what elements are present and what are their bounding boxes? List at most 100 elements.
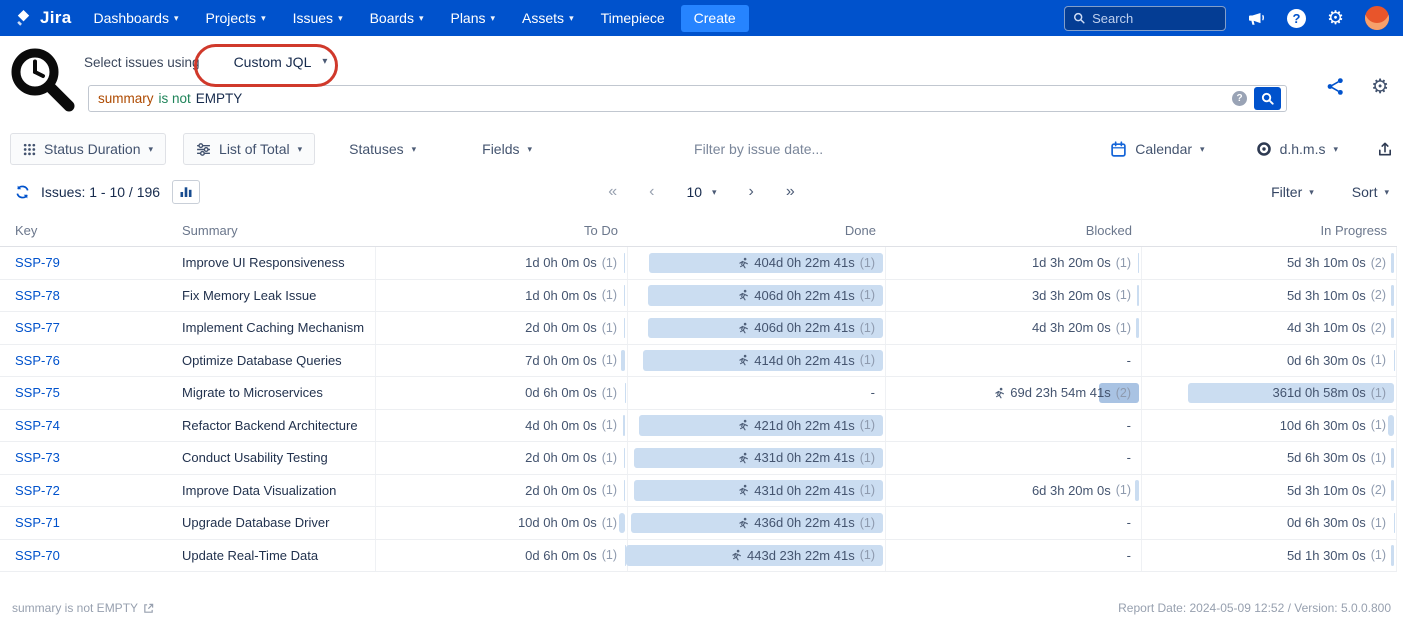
issue-key-link[interactable]: SSP-77	[15, 320, 60, 335]
issue-key-link[interactable]: SSP-70	[15, 548, 60, 563]
key-cell: SSP-78	[0, 280, 170, 312]
jql-mode-select[interactable]: Custom JQL	[228, 48, 334, 76]
header-summary[interactable]: Summary	[170, 223, 376, 238]
todo-cell: 1d 0h 0m 0s(1)	[376, 280, 628, 312]
jira-logo-text: Jira	[40, 8, 71, 28]
settings-gear-icon[interactable]: ⚙	[1371, 77, 1389, 97]
header-inprogress[interactable]: In Progress	[1142, 223, 1397, 238]
nav-item-projects[interactable]: Projects	[205, 10, 265, 26]
jira-logo-icon	[14, 9, 33, 28]
issue-key-link[interactable]: SSP-79	[15, 255, 60, 270]
help-icon[interactable]: ?	[1287, 9, 1306, 28]
issue-count: (1)	[602, 548, 617, 562]
nav-search[interactable]	[1064, 6, 1226, 31]
sort-button[interactable]: Sort	[1352, 184, 1389, 200]
export-icon[interactable]	[1377, 141, 1393, 158]
fields-button[interactable]: Fields	[470, 133, 544, 165]
timepiece-magnifier-logo	[6, 44, 78, 116]
nav-item-boards[interactable]: Boards	[370, 10, 424, 26]
avatar[interactable]	[1365, 6, 1389, 30]
time-format-button[interactable]: d.h.m.s	[1244, 133, 1350, 165]
refresh-icon	[14, 184, 31, 200]
duration-text: 3d 3h 20m 0s(1)	[1032, 288, 1131, 303]
jql-input[interactable]: summary is not EMPTY ?	[88, 85, 1287, 112]
issue-key-link[interactable]: SSP-75	[15, 385, 60, 400]
nav-item-issues[interactable]: Issues	[293, 10, 343, 26]
grid-icon	[23, 143, 36, 156]
issue-count: (1)	[602, 418, 617, 432]
refresh-button[interactable]	[14, 184, 31, 200]
statuses-button[interactable]: Statuses	[337, 133, 428, 165]
nav-search-input[interactable]	[1092, 11, 1217, 26]
summary-cell: Update Real-Time Data	[170, 540, 376, 572]
pagination-prev-button[interactable]	[649, 184, 654, 200]
nav-icon-group: ? ⚙	[1246, 6, 1389, 30]
toolbar-right-group: Calendar d.h.m.s	[1098, 133, 1393, 165]
issue-key-link[interactable]: SSP-73	[15, 450, 60, 465]
page-size-select[interactable]: 10	[686, 184, 716, 200]
summary-cell: Refactor Backend Architecture	[170, 410, 376, 442]
gear-icon[interactable]: ⚙	[1327, 9, 1344, 28]
list-of-total-button[interactable]: List of Total	[183, 133, 315, 165]
nav-item-dashboards[interactable]: Dashboards	[93, 10, 178, 26]
issue-key-link[interactable]: SSP-74	[15, 418, 60, 433]
issue-count: (1)	[602, 353, 617, 367]
summary-cell: Conduct Usability Testing	[170, 442, 376, 474]
date-filter-input[interactable]: Filter by issue date...	[694, 141, 823, 157]
duration-text: 436d 0h 22m 41s(1)	[737, 515, 875, 530]
jql-operator-token: is not	[159, 91, 191, 106]
blocked-cell: -	[886, 442, 1142, 474]
footer-jql-link[interactable]: summary is not EMPTY	[12, 601, 154, 615]
header-key[interactable]: Key	[0, 223, 170, 238]
create-button[interactable]: Create	[681, 5, 749, 32]
header-blocked[interactable]: Blocked	[886, 223, 1142, 238]
header-todo[interactable]: To Do	[376, 223, 628, 238]
jira-logo[interactable]: Jira	[14, 8, 71, 28]
report-toolbar: Status Duration List of Total Statuses F…	[0, 128, 1403, 170]
duration-text: 5d 3h 10m 0s(2)	[1287, 255, 1386, 270]
share-icon[interactable]	[1325, 76, 1346, 97]
header-done[interactable]: Done	[628, 223, 886, 238]
nav-item-plans[interactable]: Plans	[450, 10, 495, 26]
duration-bar	[1388, 415, 1394, 436]
issue-count: (1)	[1371, 451, 1386, 465]
summary-cell: Implement Caching Mechanism	[170, 312, 376, 344]
issue-key-link[interactable]: SSP-72	[15, 483, 60, 498]
duration-text: 4d 0h 0m 0s(1)	[525, 418, 617, 433]
issue-count: (1)	[602, 483, 617, 497]
duration-text: -	[1127, 418, 1131, 433]
chevron-down-icon	[1309, 188, 1314, 197]
pagination-first-button[interactable]	[608, 184, 617, 200]
nav-item-timepiece[interactable]: Timepiece	[601, 10, 665, 26]
filter-button[interactable]: Filter	[1271, 184, 1314, 200]
pagination-next-button[interactable]	[749, 184, 754, 200]
pagination-last-button[interactable]	[786, 184, 795, 200]
table-row: SSP-74 Refactor Backend Architecture 4d 0h…	[0, 410, 1397, 443]
duration-text: 69d 23h 54m 41s(2)	[993, 385, 1131, 400]
issue-key-link[interactable]: SSP-76	[15, 353, 60, 368]
status-duration-button[interactable]: Status Duration	[10, 133, 166, 165]
chart-view-button[interactable]	[172, 180, 200, 204]
query-section: Select issues using Custom JQL summary i…	[0, 36, 1403, 128]
runner-icon	[737, 354, 749, 366]
calendar-button[interactable]: Calendar	[1098, 133, 1216, 165]
key-cell: SSP-77	[0, 312, 170, 344]
nav-item-assets[interactable]: Assets	[522, 10, 574, 26]
issue-key-link[interactable]: SSP-71	[15, 515, 60, 530]
table-row: SSP-77Implement Caching Mechanism2d 0h 0…	[0, 312, 1397, 345]
done-cell: 406d 0h 22m 41s(1)	[628, 312, 886, 344]
duration-text: 5d 6h 30m 0s(1)	[1287, 450, 1386, 465]
summary-cell: Fix Memory Leak Issue	[170, 280, 376, 312]
key-cell: SSP-79	[0, 247, 170, 279]
duration-text: -	[1127, 515, 1131, 530]
jql-search-button[interactable]	[1254, 87, 1281, 110]
runner-icon	[737, 257, 749, 269]
jql-help-icon[interactable]: ?	[1232, 91, 1247, 106]
issue-count: (1)	[1371, 386, 1386, 400]
megaphone-icon[interactable]	[1246, 9, 1266, 27]
statuses-label: Statuses	[349, 141, 403, 157]
issue-count: (1)	[602, 451, 617, 465]
jql-row: summary is not EMPTY ?	[88, 85, 1287, 112]
issue-key-link[interactable]: SSP-78	[15, 288, 60, 303]
jql-value-token: EMPTY	[196, 91, 243, 106]
